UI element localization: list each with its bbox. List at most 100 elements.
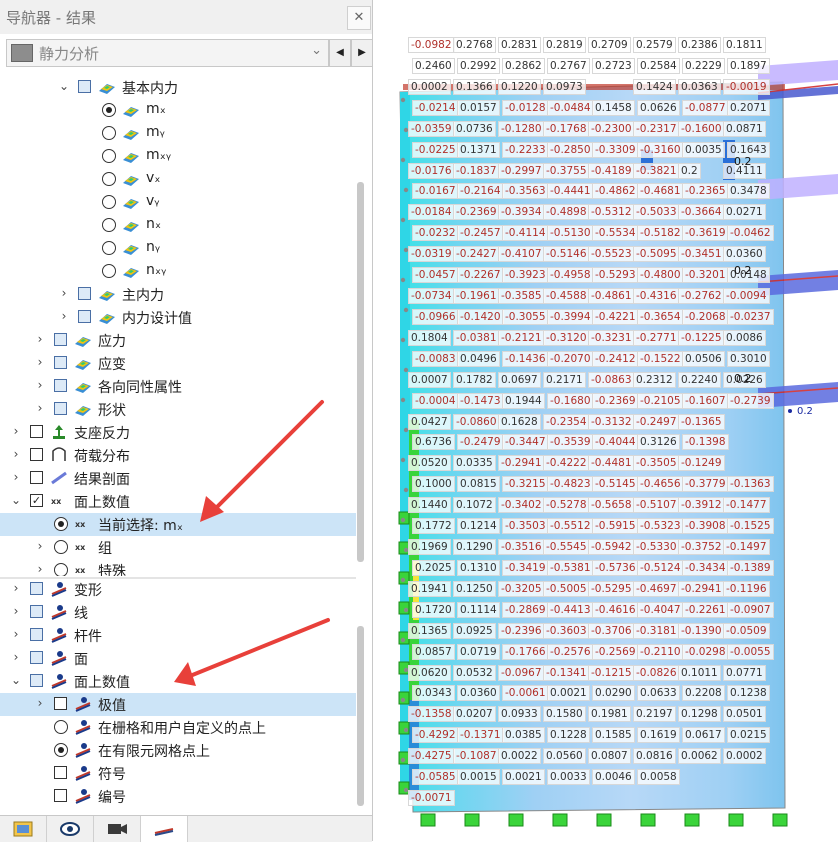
chevron-right-icon[interactable]: ›	[34, 401, 46, 415]
chevron-right-icon[interactable]: ›	[34, 539, 46, 553]
chevron-right-icon[interactable]: ›	[34, 355, 46, 369]
tree-item[interactable]: vₓ	[0, 168, 356, 191]
checkbox[interactable]	[78, 310, 91, 323]
close-icon[interactable]: ✕	[347, 6, 371, 30]
value-label: -0.5033	[633, 204, 680, 221]
checkbox[interactable]	[30, 651, 43, 664]
chevron-down-icon[interactable]: ⌄	[58, 79, 70, 93]
tree-item[interactable]: nᵧ	[0, 237, 356, 260]
value-label: -0.3434	[682, 559, 729, 576]
checkbox[interactable]	[30, 425, 43, 438]
radio-button[interactable]	[54, 720, 68, 734]
radio-button[interactable]	[102, 195, 116, 209]
chevron-down-icon[interactable]: ⌄	[10, 673, 22, 687]
next-button[interactable]: ▶	[351, 39, 373, 67]
tree-item[interactable]: › 支座反力	[0, 421, 356, 444]
checkbox[interactable]	[54, 333, 67, 346]
checkbox[interactable]	[54, 697, 67, 710]
radio-button[interactable]	[54, 540, 68, 554]
tree-item[interactable]: mₓ	[0, 99, 356, 122]
chevron-right-icon[interactable]: ›	[10, 650, 22, 664]
tree-item[interactable]: mᵧ	[0, 122, 356, 145]
checkbox[interactable]	[54, 356, 67, 369]
chevron-right-icon[interactable]: ›	[10, 581, 22, 595]
checkbox[interactable]	[30, 448, 43, 461]
tab-camera[interactable]	[94, 816, 141, 842]
checkbox[interactable]	[54, 766, 67, 779]
tree-item[interactable]: nₓᵧ	[0, 260, 356, 283]
radio-button[interactable]	[102, 264, 116, 278]
results-graphic-view[interactable]: -0.0982 0.2768 0.2831 0.2819 0.2709 0.2579 0.2…	[373, 0, 838, 841]
tree-item[interactable]: › xx 特殊	[0, 559, 356, 576]
chevron-right-icon[interactable]: ›	[34, 562, 46, 576]
radio-button[interactable]	[102, 149, 116, 163]
chevron-right-icon[interactable]: ›	[10, 604, 22, 618]
tree-item[interactable]: ⌄ 基本内力	[0, 76, 356, 99]
tree-item[interactable]: vᵧ	[0, 191, 356, 214]
value-label: 0.0022	[498, 748, 541, 765]
checkbox[interactable]	[54, 402, 67, 415]
tree-item[interactable]: ⌄ 面上数值	[0, 670, 356, 693]
tree-item[interactable]: 在栅格和用户自定义的点上	[0, 716, 356, 739]
contour-icon	[74, 355, 92, 371]
tree-item[interactable]: xx 当前选择: mₓ	[0, 513, 356, 536]
checkbox[interactable]	[30, 582, 43, 595]
radio-button[interactable]	[102, 126, 116, 140]
chevron-right-icon[interactable]: ›	[34, 378, 46, 392]
tree-item[interactable]: › 内力设计值	[0, 306, 356, 329]
tree-item[interactable]: › 杆件	[0, 624, 356, 647]
chevron-right-icon[interactable]: ›	[10, 470, 22, 484]
previous-button[interactable]: ◀	[329, 39, 351, 67]
tab-view[interactable]	[47, 816, 94, 842]
tree-item[interactable]: ⌄ ✓ xx 面上数值	[0, 490, 356, 513]
tree-item[interactable]: › 极值	[0, 693, 356, 716]
chevron-right-icon[interactable]: ›	[58, 286, 70, 300]
radio-button[interactable]	[102, 218, 116, 232]
checkbox[interactable]	[78, 80, 91, 93]
tree-item[interactable]: › 应变	[0, 352, 356, 375]
tree-item[interactable]: › 线	[0, 601, 356, 624]
checkbox[interactable]	[54, 789, 67, 802]
tree-item[interactable]: › 结果剖面	[0, 467, 356, 490]
tree-item[interactable]: nₓ	[0, 214, 356, 237]
tree-item[interactable]: › 荷载分布	[0, 444, 356, 467]
chevron-down-icon[interactable]: ⌄	[10, 493, 22, 507]
checkbox[interactable]: ✓	[30, 494, 43, 507]
upper-scrollbar[interactable]	[357, 182, 364, 562]
tree-item[interactable]: › 面	[0, 647, 356, 670]
radio-button[interactable]	[102, 241, 116, 255]
radio-button[interactable]	[54, 743, 68, 757]
value-label: -0.3664	[678, 204, 725, 221]
tab-data[interactable]	[0, 816, 47, 842]
lower-scrollbar[interactable]	[357, 626, 364, 806]
tree-item[interactable]: › 各向同性属性	[0, 375, 356, 398]
tree-item[interactable]: › 变形	[0, 578, 356, 601]
chevron-right-icon[interactable]: ›	[10, 627, 22, 641]
checkbox[interactable]	[30, 674, 43, 687]
checkbox[interactable]	[30, 471, 43, 484]
chevron-right-icon[interactable]: ›	[10, 447, 22, 461]
tree-item[interactable]: › 应力	[0, 329, 356, 352]
tree-item[interactable]: › xx 组	[0, 536, 356, 559]
checkbox[interactable]	[30, 605, 43, 618]
chevron-right-icon[interactable]: ›	[58, 309, 70, 323]
tree-item[interactable]: › 主内力	[0, 283, 356, 306]
checkbox[interactable]	[78, 287, 91, 300]
tree-item[interactable]: 在有限元网格点上	[0, 739, 356, 762]
tree-item[interactable]: › 形状	[0, 398, 356, 421]
radio-button[interactable]	[54, 563, 68, 576]
radio-button[interactable]	[102, 103, 116, 117]
tree-item[interactable]: mₓᵧ	[0, 145, 356, 168]
chevron-right-icon[interactable]: ›	[34, 696, 46, 710]
radio-button[interactable]	[102, 172, 116, 186]
tree-item[interactable]: 符号	[0, 762, 356, 785]
tab-results[interactable]	[141, 816, 188, 842]
value-label: 0.0215	[727, 727, 770, 744]
checkbox[interactable]	[54, 379, 67, 392]
chevron-right-icon[interactable]: ›	[10, 424, 22, 438]
tree-item[interactable]: 编号	[0, 785, 356, 808]
radio-button[interactable]	[54, 517, 68, 531]
chevron-right-icon[interactable]: ›	[34, 332, 46, 346]
load-case-dropdown[interactable]: 静力分析 ⌄	[6, 39, 329, 67]
checkbox[interactable]	[30, 628, 43, 641]
